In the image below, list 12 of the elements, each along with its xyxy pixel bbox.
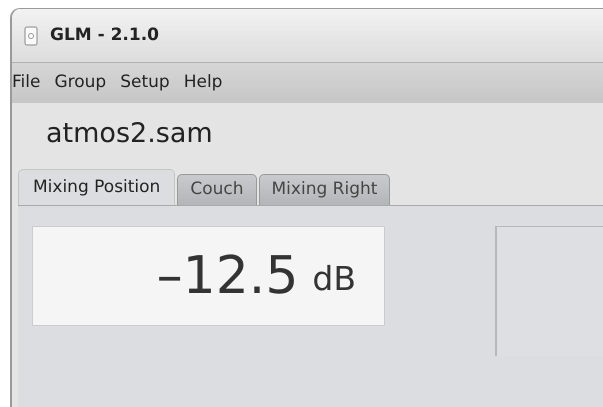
file-name: atmos2.sam — [45, 116, 214, 151]
menu-item[interactable]: Help — [184, 70, 222, 96]
level-value: –12.5 — [156, 245, 298, 308]
window-title: GLM - 2.1.0 — [50, 24, 159, 47]
tab[interactable]: Mixing Position — [18, 169, 176, 205]
menu-item[interactable]: File — [12, 70, 40, 96]
menu-item[interactable]: Setup — [120, 70, 170, 96]
app-icon — [24, 24, 38, 46]
menu-item[interactable]: Group — [54, 70, 106, 96]
tab[interactable]: Mixing Right — [258, 174, 390, 205]
level-unit: dB — [312, 258, 356, 300]
tab[interactable]: Couch — [177, 174, 257, 205]
